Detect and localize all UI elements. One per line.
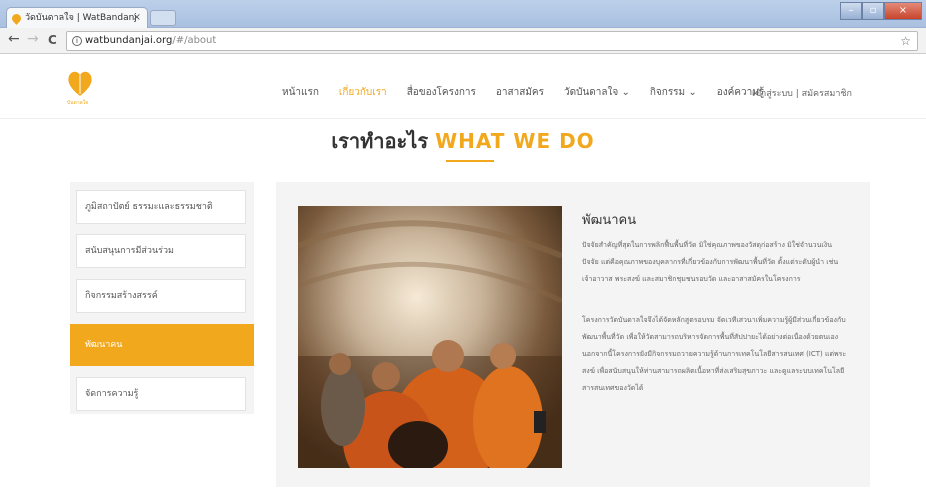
maximize-button[interactable]: ▫ [862, 2, 884, 20]
menu-item-home[interactable]: หน้าแรก [282, 85, 319, 100]
url-path: /#/about [172, 35, 217, 46]
login-register-link[interactable]: เข้าสู่ระบบ | สมัครสมาชิก [752, 86, 852, 100]
main-menu: หน้าแรก เกี่ยวกับเรา สื่อของโครงการ อาสา… [282, 85, 784, 100]
sidebar-item-activities[interactable]: กิจกรรมสร้างสรรค์ [76, 279, 246, 313]
page-title-en: WHAT WE DO [435, 129, 595, 153]
url-host: watbundanjai.org [85, 35, 173, 46]
site-header: บันดาลใจ หน้าแรก เกี่ยวกับเรา สื่อของโคร… [0, 54, 926, 119]
sidebar-item-knowledge-management[interactable]: จัดการความรู้ [76, 377, 246, 411]
browser-tab[interactable]: วัดบันดาลใจ | WatBandanj × [6, 7, 148, 28]
sidebar-item-landscape[interactable]: ภูมิสถาปัตย์ ธรรมะและธรรมชาติ [76, 190, 246, 224]
title-underline [446, 160, 494, 162]
reload-icon[interactable]: C [48, 33, 57, 47]
minimize-button[interactable]: – [840, 2, 862, 20]
menu-item-activities[interactable]: กิจกรรม ⌄ [650, 85, 697, 100]
menu-item-media[interactable]: สื่อของโครงการ [407, 85, 476, 100]
window-controls: – ▫ × [840, 2, 922, 20]
info-icon[interactable]: i [72, 36, 82, 46]
back-icon[interactable]: ← [8, 31, 20, 47]
site-logo-icon[interactable] [66, 68, 94, 98]
page-title: เราทำอะไร WHAT WE DO [0, 125, 926, 157]
url-input[interactable]: i watbundanjai.org/#/about ☆ [66, 31, 918, 51]
sidebar: ภูมิสถาปัตย์ ธรรมะและธรรมชาติ สนับสนุนกา… [70, 182, 254, 414]
sidebar-item-participation[interactable]: สนับสนุนการมีส่วนร่วม [76, 234, 246, 268]
bookmark-star-icon[interactable]: ☆ [900, 32, 911, 50]
tab-title: วัดบันดาลใจ | WatBandanj [25, 13, 137, 23]
sidebar-item-people-development[interactable]: พัฒนาคน [70, 324, 254, 366]
page-title-th: เราทำอะไร [331, 129, 429, 153]
article-paragraph: โครงการวัดบันดาลใจจึงได้จัดหลักสูตรอบรม … [582, 316, 847, 392]
favicon-icon [10, 12, 23, 25]
menu-item-about[interactable]: เกี่ยวกับเรา [339, 85, 387, 100]
new-tab-button[interactable] [150, 10, 176, 26]
article-paragraph: ปัจจัยสำคัญที่สุดในการพลิกฟื้นพื้นที่วัด… [582, 241, 839, 283]
monks-photo [298, 206, 562, 468]
address-bar: ← → C i watbundanjai.org/#/about ☆ [0, 28, 926, 54]
browser-titlebar: วัดบันดาลใจ | WatBandanj × – ▫ × [0, 0, 926, 28]
menu-item-temples[interactable]: วัดบันดาลใจ ⌄ [564, 85, 630, 100]
tab-close-button[interactable]: × [133, 8, 141, 28]
logo-text: บันดาลใจ [67, 100, 89, 106]
close-window-button[interactable]: × [884, 2, 922, 20]
forward-icon[interactable]: → [27, 31, 39, 47]
article-title: พัฒนาคน [582, 213, 637, 228]
menu-item-volunteer[interactable]: อาสาสมัคร [496, 85, 544, 100]
